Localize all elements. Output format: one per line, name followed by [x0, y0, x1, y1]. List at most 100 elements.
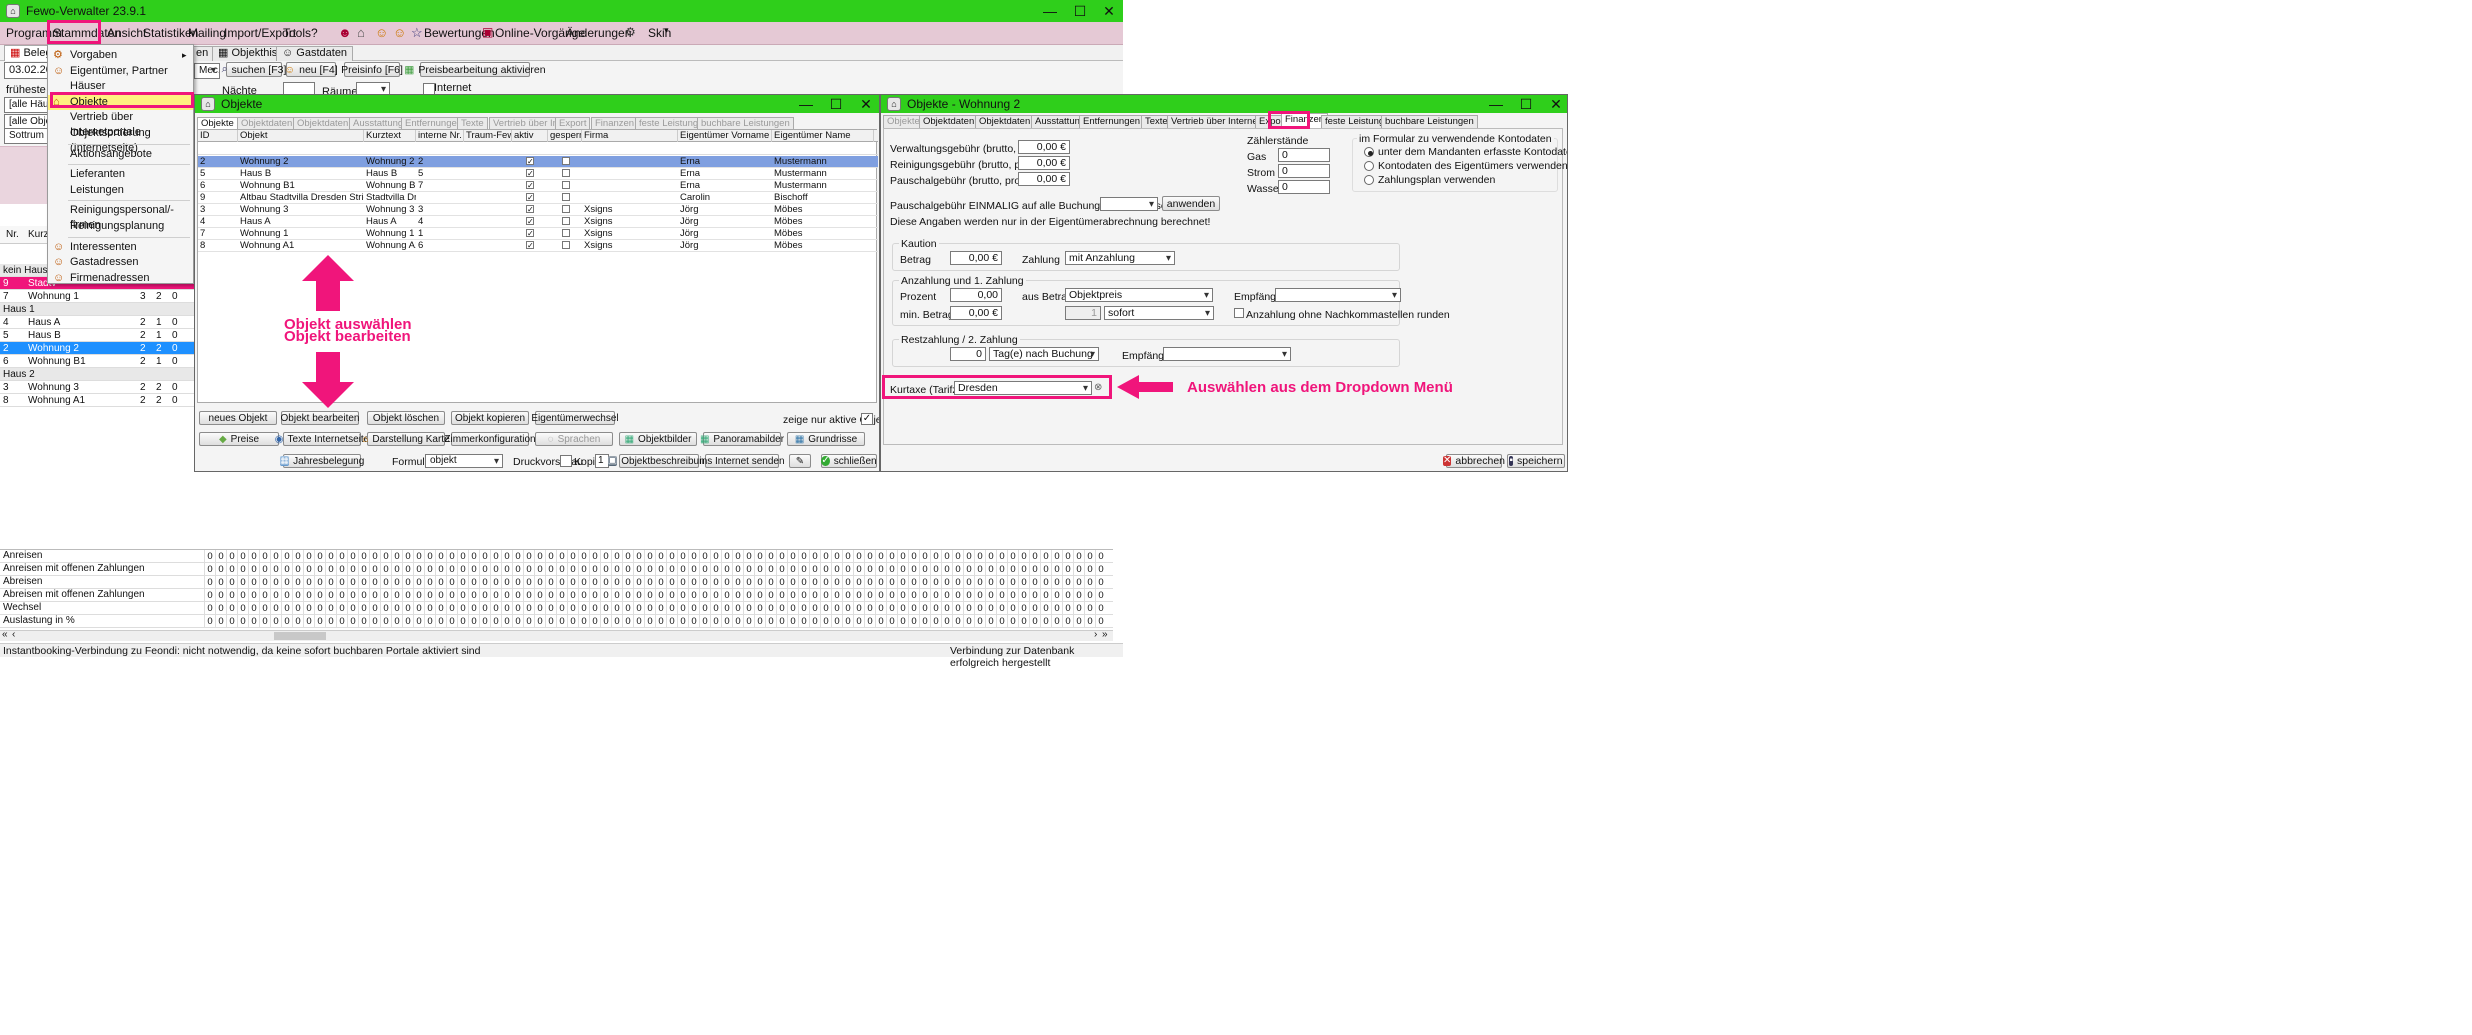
- stats-cell[interactable]: 0: [732, 602, 743, 615]
- stats-cell[interactable]: 0: [369, 550, 380, 563]
- stats-cell[interactable]: 0: [644, 602, 655, 615]
- stats-cell[interactable]: 0: [600, 589, 611, 602]
- stats-cell[interactable]: 0: [710, 563, 721, 576]
- stats-cell[interactable]: 0: [270, 589, 281, 602]
- stats-cell[interactable]: 0: [501, 563, 512, 576]
- stats-cell[interactable]: 0: [303, 615, 314, 628]
- stats-cell[interactable]: 0: [468, 576, 479, 589]
- stats-cell[interactable]: 0: [743, 563, 754, 576]
- stats-cell[interactable]: 0: [952, 576, 963, 589]
- stats-cell[interactable]: 0: [677, 550, 688, 563]
- stats-cell[interactable]: 0: [699, 602, 710, 615]
- stats-cell[interactable]: 0: [842, 589, 853, 602]
- stats-cell[interactable]: 0: [930, 615, 941, 628]
- stats-cell[interactable]: 0: [1029, 576, 1040, 589]
- stats-cell[interactable]: 0: [952, 615, 963, 628]
- stats-cell[interactable]: 0: [622, 563, 633, 576]
- stats-cell[interactable]: 0: [369, 589, 380, 602]
- aktiv-checkbox[interactable]: ✓: [526, 217, 534, 226]
- stats-cell[interactable]: 0: [501, 615, 512, 628]
- stats-cell[interactable]: 0: [710, 589, 721, 602]
- stats-cell[interactable]: 0: [402, 563, 413, 576]
- stammdaten-menu-item[interactable]: Reinigungspersonal/-firmen: [48, 203, 193, 231]
- stats-cell[interactable]: 0: [413, 602, 424, 615]
- stats-cell[interactable]: 0: [556, 550, 567, 563]
- stats-cell[interactable]: 0: [809, 615, 820, 628]
- stats-cell[interactable]: 0: [644, 550, 655, 563]
- stats-cell[interactable]: 0: [721, 615, 732, 628]
- stats-cell[interactable]: 0: [380, 615, 391, 628]
- stats-cell[interactable]: 0: [853, 615, 864, 628]
- zaehler-field[interactable]: 0: [1278, 180, 1330, 194]
- stats-cell[interactable]: 0: [391, 550, 402, 563]
- stats-cell[interactable]: 0: [413, 563, 424, 576]
- stats-cell[interactable]: 0: [941, 576, 952, 589]
- stats-cell[interactable]: 0: [732, 615, 743, 628]
- column-header[interactable]: gesperrt: [550, 130, 582, 142]
- stats-cell[interactable]: 0: [446, 576, 457, 589]
- stats-cell[interactable]: 0: [446, 602, 457, 615]
- gear-icon[interactable]: ⚙: [625, 25, 636, 39]
- stats-cell[interactable]: 0: [446, 550, 457, 563]
- stats-cell[interactable]: 0: [809, 602, 820, 615]
- col-nr[interactable]: Nr.: [6, 229, 19, 240]
- edit-icon[interactable]: ✎: [789, 454, 811, 468]
- stats-cell[interactable]: 0: [270, 615, 281, 628]
- stats-cell[interactable]: 0: [226, 602, 237, 615]
- list-item[interactable]: 2 Wohnung 2220: [0, 342, 196, 355]
- stats-cell[interactable]: 0: [864, 589, 875, 602]
- anzahlung-empf-combo[interactable]: [1275, 288, 1401, 302]
- stats-cell[interactable]: 0: [666, 550, 677, 563]
- stats-cell[interactable]: 0: [688, 576, 699, 589]
- stats-cell[interactable]: 0: [732, 589, 743, 602]
- stats-cell[interactable]: 0: [1040, 550, 1051, 563]
- stats-cell[interactable]: 0: [941, 550, 952, 563]
- stats-cell[interactable]: 0: [457, 550, 468, 563]
- stats-cell[interactable]: 0: [512, 563, 523, 576]
- stats-cell[interactable]: 0: [996, 589, 1007, 602]
- stats-cell[interactable]: 0: [413, 576, 424, 589]
- stats-cell[interactable]: 0: [336, 550, 347, 563]
- stats-cell[interactable]: 0: [908, 550, 919, 563]
- stats-cell[interactable]: 0: [864, 602, 875, 615]
- stats-cell[interactable]: 0: [215, 576, 226, 589]
- kopie-field[interactable]: 1: [595, 454, 609, 468]
- stats-cell[interactable]: 0: [754, 563, 765, 576]
- tab-item[interactable]: buchbare Leistungen: [1381, 115, 1478, 128]
- stats-cell[interactable]: 0: [567, 563, 578, 576]
- stats-cell[interactable]: 0: [1018, 615, 1029, 628]
- stats-cell[interactable]: 0: [248, 615, 259, 628]
- stats-cell[interactable]: 0: [611, 602, 622, 615]
- objekt-tool-button[interactable]: ▦ Grundrisse: [787, 432, 865, 446]
- stats-cell[interactable]: 0: [435, 576, 446, 589]
- stats-cell[interactable]: 0: [853, 589, 864, 602]
- stats-cell[interactable]: 0: [853, 602, 864, 615]
- stats-cell[interactable]: 0: [886, 602, 897, 615]
- stats-cell[interactable]: 0: [963, 602, 974, 615]
- stats-cell[interactable]: 0: [556, 589, 567, 602]
- stats-cell[interactable]: 0: [534, 563, 545, 576]
- stats-cell[interactable]: 0: [501, 550, 512, 563]
- search-button[interactable]: ⌕ suchen [F3]: [222, 62, 286, 77]
- stats-cell[interactable]: 0: [930, 576, 941, 589]
- houses-combo[interactable]: [alle Häuser]: [4, 97, 48, 113]
- stats-cell[interactable]: 0: [941, 602, 952, 615]
- stats-cell[interactable]: 0: [1018, 602, 1029, 615]
- stats-cell[interactable]: 0: [1062, 615, 1073, 628]
- list-item[interactable]: 3 Wohnung 3220: [0, 381, 196, 394]
- stats-cell[interactable]: 0: [1073, 589, 1084, 602]
- stats-cell[interactable]: 0: [215, 563, 226, 576]
- home-icon[interactable]: ⌂: [357, 25, 365, 40]
- stats-cell[interactable]: 0: [710, 602, 721, 615]
- stats-cell[interactable]: 0: [831, 589, 842, 602]
- stats-cell[interactable]: 0: [226, 563, 237, 576]
- stats-cell[interactable]: 0: [402, 589, 413, 602]
- column-header[interactable]: interne Nr.: [418, 130, 464, 142]
- stats-cell[interactable]: 0: [336, 602, 347, 615]
- stats-cell[interactable]: 0: [864, 576, 875, 589]
- stats-cell[interactable]: 0: [358, 550, 369, 563]
- stats-cell[interactable]: 0: [996, 563, 1007, 576]
- stats-cell[interactable]: 0: [787, 563, 798, 576]
- scroll-left-icon[interactable]: «: [2, 629, 8, 640]
- stats-cell[interactable]: 0: [490, 550, 501, 563]
